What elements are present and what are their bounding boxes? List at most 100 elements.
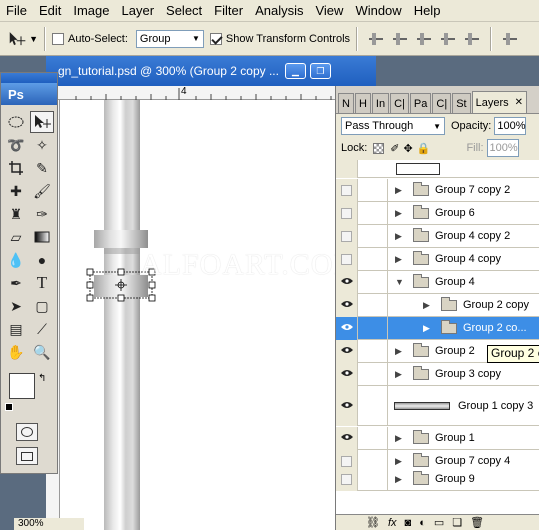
expand-triangle-icon[interactable]: ▶ <box>423 323 435 334</box>
fill-field[interactable]: 100% <box>486 139 519 157</box>
tab-color[interactable]: C| <box>390 93 409 113</box>
menu-select[interactable]: Select <box>160 3 208 18</box>
opacity-field[interactable]: 100% <box>494 117 527 135</box>
auto-select-checkbox[interactable] <box>52 32 64 45</box>
collapse-triangle-icon[interactable]: ▼ <box>395 277 407 287</box>
pen-tool-icon[interactable]: ✒ <box>4 272 28 294</box>
chevron-down-icon[interactable]: ▼ <box>29 34 38 44</box>
tab-navigator[interactable]: N <box>338 93 354 113</box>
blur-tool-icon[interactable]: 💧 <box>4 249 28 271</box>
lock-transparent-icon[interactable] <box>373 142 385 154</box>
visibility-toggle[interactable] <box>336 270 358 294</box>
tab-histogram[interactable]: H <box>354 93 371 113</box>
layer-row[interactable] <box>336 160 539 178</box>
expand-triangle-icon[interactable]: ▶ <box>395 208 407 219</box>
show-transform-checkbox[interactable] <box>209 32 222 45</box>
quick-mask-button[interactable] <box>16 423 38 441</box>
zoom-tool-icon[interactable]: 🔍 <box>30 341 54 363</box>
expand-triangle-icon[interactable]: ▶ <box>395 254 407 265</box>
crop-tool-icon[interactable] <box>4 157 28 179</box>
clone-stamp-tool-icon[interactable]: ♜ <box>4 203 28 225</box>
expand-triangle-icon[interactable]: ▶ <box>395 456 407 467</box>
visibility-toggle[interactable] <box>336 247 358 271</box>
tab-layers[interactable]: Layers ✕ <box>471 91 528 113</box>
visibility-toggle[interactable] <box>336 467 358 491</box>
blend-mode-dropdown[interactable]: Pass Through ▼ <box>341 117 445 135</box>
align-vertical-center-icon[interactable] <box>391 30 409 48</box>
visibility-toggle[interactable] <box>336 201 358 225</box>
menu-file[interactable]: File <box>0 3 33 18</box>
tools-panel-header[interactable] <box>1 73 57 83</box>
layer-style-icon[interactable]: fx <box>388 517 397 529</box>
eyedropper-tool-icon[interactable]: ⟋ <box>30 318 54 340</box>
adjustment-layer-icon[interactable]: ◐ <box>419 517 426 529</box>
delete-layer-icon[interactable]: 🗑 <box>470 516 484 529</box>
minimize-button[interactable]: ▁ <box>284 63 306 79</box>
visibility-toggle[interactable] <box>336 160 358 178</box>
tab-channels[interactable]: C| <box>432 93 452 113</box>
type-tool-icon[interactable]: T <box>30 272 54 294</box>
visibility-toggle[interactable] <box>336 362 358 386</box>
align-bottom-icon[interactable] <box>415 30 433 48</box>
layer-row[interactable]: ▶ Group 4 copy 2 <box>336 224 539 248</box>
visibility-toggle[interactable] <box>336 224 358 248</box>
hand-tool-icon[interactable]: ✋ <box>4 341 28 363</box>
zoom-status[interactable]: 300% <box>14 518 84 530</box>
layer-row[interactable]: ▶ Group 9 <box>336 467 539 491</box>
layer-row[interactable]: ▶ Group 4 copy <box>336 247 539 271</box>
menu-view[interactable]: View <box>309 3 349 18</box>
brush-tool-icon[interactable]: 🖌 <box>30 180 54 202</box>
visibility-toggle[interactable] <box>336 385 358 426</box>
layer-row[interactable]: ▶ Group 1 <box>336 426 539 450</box>
lock-image-icon[interactable]: ✐ <box>390 142 399 155</box>
new-layer-icon[interactable]: ❏ <box>452 516 462 529</box>
visibility-toggle[interactable] <box>336 426 358 450</box>
lasso-tool-icon[interactable]: ➰ <box>4 134 28 156</box>
layer-row[interactable]: ▶ Group 6 <box>336 201 539 225</box>
menu-help[interactable]: Help <box>408 3 447 18</box>
tab-info[interactable]: In <box>371 93 390 113</box>
swap-colors-icon[interactable]: ↰ <box>38 373 46 384</box>
menu-analysis[interactable]: Analysis <box>249 3 309 18</box>
visibility-toggle[interactable] <box>336 339 358 363</box>
move-tool-icon[interactable] <box>30 111 54 133</box>
dodge-tool-icon[interactable]: ● <box>30 249 54 271</box>
healing-brush-tool-icon[interactable]: ✚ <box>4 180 28 202</box>
gradient-tool-icon[interactable] <box>30 226 54 248</box>
slice-tool-icon[interactable]: ✎ <box>30 157 54 179</box>
maximize-button[interactable]: ❐ <box>309 63 331 79</box>
expand-triangle-icon[interactable]: ▶ <box>395 474 407 485</box>
lock-position-icon[interactable]: ✥ <box>404 142 413 155</box>
menu-window[interactable]: Window <box>349 3 407 18</box>
magic-wand-tool-icon[interactable]: ✧ <box>30 134 54 156</box>
layer-row[interactable]: ▶ Group 2 copy <box>336 293 539 317</box>
expand-triangle-icon[interactable]: ▶ <box>395 369 407 380</box>
layer-row[interactable]: ▶ Group 7 copy 2 <box>336 178 539 202</box>
menu-edit[interactable]: Edit <box>33 3 67 18</box>
visibility-toggle[interactable] <box>336 316 358 340</box>
layer-row[interactable]: ▶ Group 2 co... <box>336 316 539 340</box>
notes-tool-icon[interactable]: ▤ <box>4 318 28 340</box>
auto-select-dropdown[interactable]: Group ▼ <box>135 29 204 48</box>
history-brush-tool-icon[interactable]: ✑ <box>30 203 54 225</box>
link-layers-icon[interactable]: ⛓ <box>366 516 380 529</box>
tab-styles[interactable]: St <box>452 93 471 113</box>
eraser-tool-icon[interactable]: ▱ <box>4 226 28 248</box>
expand-triangle-icon[interactable]: ▶ <box>395 231 407 242</box>
expand-triangle-icon[interactable]: ▶ <box>423 300 435 311</box>
screen-mode-button[interactable] <box>16 447 38 465</box>
new-group-icon[interactable]: ▭ <box>434 516 444 529</box>
align-horizontal-center-icon[interactable] <box>463 30 481 48</box>
move-tool-preset-icon[interactable]: ▼ <box>8 27 38 51</box>
distribute-top-icon[interactable] <box>501 30 519 48</box>
expand-triangle-icon[interactable]: ▶ <box>395 185 407 196</box>
path-selection-tool-icon[interactable]: ➤ <box>4 295 28 317</box>
menu-layer[interactable]: Layer <box>116 3 161 18</box>
align-top-icon[interactable] <box>367 30 385 48</box>
layer-row[interactable]: ▼ Group 4 <box>336 270 539 294</box>
marquee-tool-icon[interactable] <box>4 111 28 133</box>
lock-all-icon[interactable]: 🔒 <box>417 142 431 155</box>
close-icon[interactable]: ✕ <box>515 97 523 108</box>
expand-triangle-icon[interactable]: ▶ <box>395 433 407 444</box>
layer-row[interactable]: ▶ Group 3 copy <box>336 362 539 386</box>
